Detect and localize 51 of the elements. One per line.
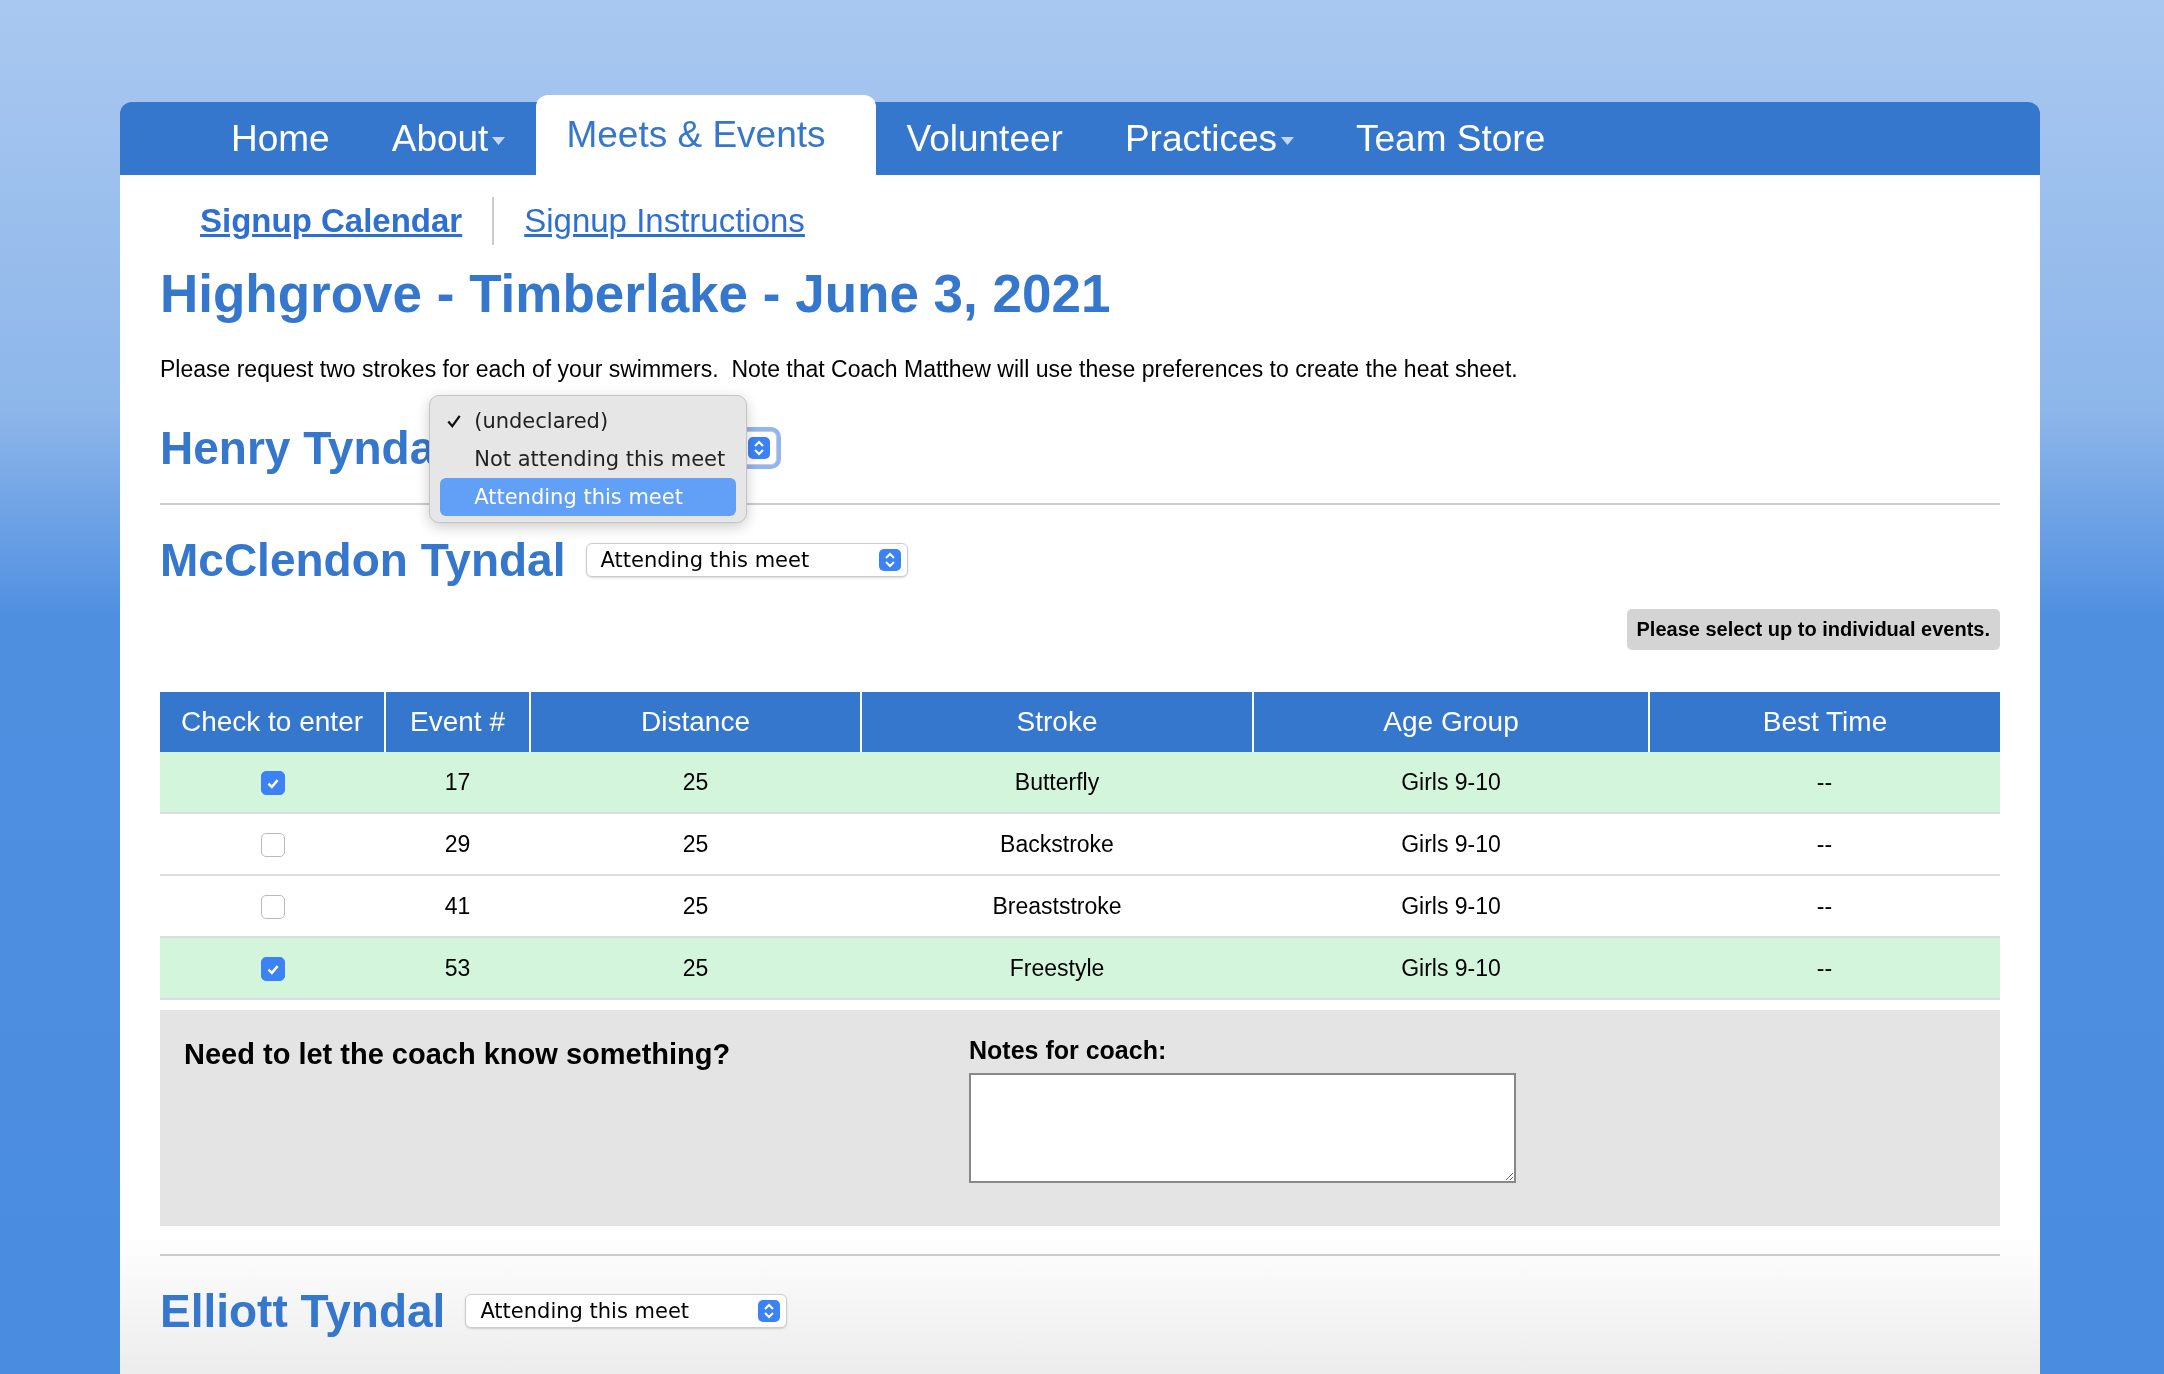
table-cell: 29 <box>385 813 530 875</box>
checkbox[interactable] <box>260 833 285 858</box>
notes-label: Notes for coach: <box>969 1036 1168 1065</box>
nav-tab[interactable]: Team Store <box>1325 102 1577 175</box>
swimmer-name: McClendon Tyndal <box>160 533 566 587</box>
checkbox[interactable] <box>260 895 285 920</box>
subnav-link[interactable]: Signup Instructions <box>524 202 805 240</box>
page-title: Highgrove - Timberlake - June 3, 2021 <box>160 263 1112 324</box>
subnav-link[interactable]: Signup Calendar <box>200 202 463 240</box>
table-cell: 17 <box>385 752 530 813</box>
checkmark-icon <box>446 413 463 429</box>
menu-option[interactable]: (undeclared) <box>440 402 737 440</box>
swimmer-name: Henry Tynda <box>160 421 436 475</box>
nav-tab[interactable]: About <box>360 102 537 175</box>
notes-prompt: Need to let the coach know something? <box>184 1038 732 1072</box>
menu-option[interactable]: Attending this meet <box>440 478 737 516</box>
column-header: Distance <box>530 692 861 752</box>
table-cell: Girls 9-10 <box>1253 937 1649 999</box>
checkbox[interactable] <box>260 957 285 982</box>
menu-option[interactable]: Not attending this meet <box>440 440 737 478</box>
table-cell: Backstroke <box>861 813 1253 875</box>
table-cell: Girls 9-10 <box>1253 752 1649 813</box>
chevron-icon <box>878 549 901 571</box>
table-cell: -- <box>1649 752 2000 813</box>
notice-badge: Please select up to individual events. <box>1626 609 2000 650</box>
notes-field[interactable] <box>969 1073 1516 1183</box>
table-cell: 25 <box>530 813 861 875</box>
chevron-icon <box>758 1300 781 1322</box>
table-cell: Freestyle <box>861 937 1253 999</box>
nav-tab[interactable]: Home <box>200 102 361 175</box>
intro-text: Please request two strokes for each of your swimmers. Note that Coach Matthew will use these preferences to create the heat sheet. <box>160 356 1519 383</box>
column-header: Age Group <box>1253 692 1649 752</box>
checkbox[interactable] <box>260 771 285 796</box>
chevron-icon <box>748 437 771 459</box>
table-cell: -- <box>1649 813 2000 875</box>
column-header: Check to enter <box>160 692 385 752</box>
table-cell: 53 <box>385 937 530 999</box>
table-cell: Girls 9-10 <box>1253 813 1649 875</box>
column-header: Best Time <box>1649 692 2000 752</box>
table-cell: -- <box>1649 937 2000 999</box>
table-cell: 25 <box>530 752 861 813</box>
table-cell: Butterfly <box>861 752 1253 813</box>
table-cell: 25 <box>530 937 861 999</box>
column-header: Stroke <box>861 692 1253 752</box>
nav-tab[interactable]: Practices <box>1093 102 1326 175</box>
swimmer-name: Elliott Tyndal <box>160 1284 446 1338</box>
attendance-select[interactable]: Attending this meet <box>585 543 908 577</box>
nav-tab[interactable]: Volunteer <box>875 102 1094 175</box>
column-header: Event # <box>385 692 530 752</box>
nav-tab[interactable]: Meets & Events <box>536 95 876 175</box>
attendance-select[interactable]: Attending this meet <box>465 1294 788 1328</box>
